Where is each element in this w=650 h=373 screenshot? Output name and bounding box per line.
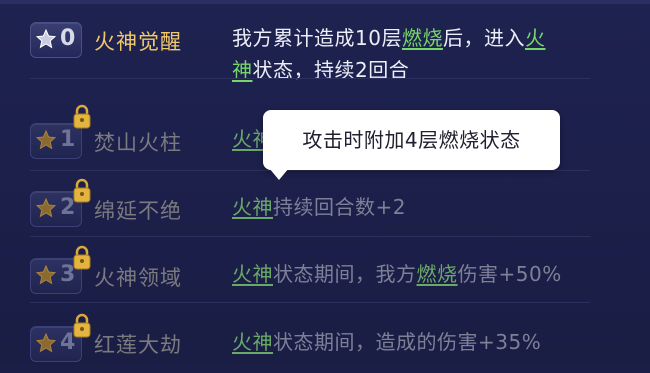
description-line-1: 我方累计造成10层燃烧后，进入火 bbox=[232, 22, 602, 54]
talent-name: 火神领域 bbox=[94, 266, 182, 290]
talent-row-4[interactable]: 4 红莲大劫 火神状态期间，造成的伤害+35% bbox=[0, 308, 650, 373]
tooltip-text: 攻击时附加4层燃烧状态 bbox=[302, 128, 521, 152]
desc-text: 我方累计造成10层 bbox=[232, 26, 402, 50]
desc-text: 伤害+50% bbox=[457, 262, 562, 286]
talent-row-3[interactable]: 3 火神领域 火神状态期间，我方燃烧伤害+50% bbox=[0, 242, 650, 307]
talent-row-0[interactable]: 0 火神觉醒 我方累计造成10层燃烧后，进入火 神状态，持续2回合 bbox=[0, 18, 650, 83]
talent-name: 绵延不绝 bbox=[94, 199, 182, 223]
talent-description: 我方累计造成10层燃烧后，进入火 神状态，持续2回合 bbox=[232, 22, 602, 86]
keyword-fire-god[interactable]: 火 bbox=[525, 26, 546, 50]
desc-text: 状态期间，我方 bbox=[273, 262, 417, 286]
talent-panel: 0 火神觉醒 我方累计造成10层燃烧后，进入火 神状态，持续2回合 1 焚山火柱… bbox=[0, 0, 650, 365]
keyword-fire-god[interactable]: 神 bbox=[232, 58, 253, 82]
star-icon bbox=[36, 130, 56, 150]
talent-name: 火神觉醒 bbox=[94, 30, 182, 54]
desc-text: 状态，持续2回合 bbox=[252, 58, 410, 82]
talent-name: 焚山火柱 bbox=[94, 131, 182, 155]
talent-description: 火神持续回合数+2 bbox=[232, 191, 602, 223]
lock-icon bbox=[73, 104, 91, 129]
talent-description: 火神状态期间，我方燃烧伤害+50% bbox=[232, 258, 602, 290]
description-line-2: 神状态，持续2回合 bbox=[232, 54, 602, 86]
talent-description: 火神状态期间，造成的伤害+35% bbox=[232, 326, 602, 358]
desc-text: 持续回合数+2 bbox=[273, 195, 406, 219]
keyword-tooltip: 攻击时附加4层燃烧状态 bbox=[263, 110, 560, 180]
keyword-fire-god[interactable]: 火神 bbox=[232, 195, 273, 219]
desc-text: 后，进入 bbox=[442, 26, 525, 50]
talent-level-badge: 0 bbox=[30, 22, 82, 58]
keyword-burn[interactable]: 燃烧 bbox=[402, 26, 443, 50]
tooltip-tail bbox=[269, 168, 289, 180]
lock-icon bbox=[73, 178, 91, 203]
talent-level: 0 bbox=[60, 26, 76, 51]
desc-text: 状态期间，造成的伤害+35% bbox=[273, 330, 542, 354]
lock-icon bbox=[73, 245, 91, 270]
star-icon bbox=[36, 265, 56, 285]
talent-level: 1 bbox=[60, 127, 76, 152]
talent-name: 红莲大劫 bbox=[94, 333, 182, 357]
keyword-fire-god[interactable]: 火神 bbox=[232, 262, 273, 286]
talent-row-2[interactable]: 2 绵延不绝 火神持续回合数+2 bbox=[0, 176, 650, 241]
star-icon bbox=[36, 29, 56, 49]
star-icon bbox=[36, 198, 56, 218]
top-divider bbox=[0, 0, 650, 4]
star-icon bbox=[36, 333, 56, 353]
keyword-fire-god[interactable]: 火神 bbox=[232, 330, 273, 354]
keyword-burn[interactable]: 燃烧 bbox=[417, 262, 458, 286]
lock-icon bbox=[73, 313, 91, 338]
